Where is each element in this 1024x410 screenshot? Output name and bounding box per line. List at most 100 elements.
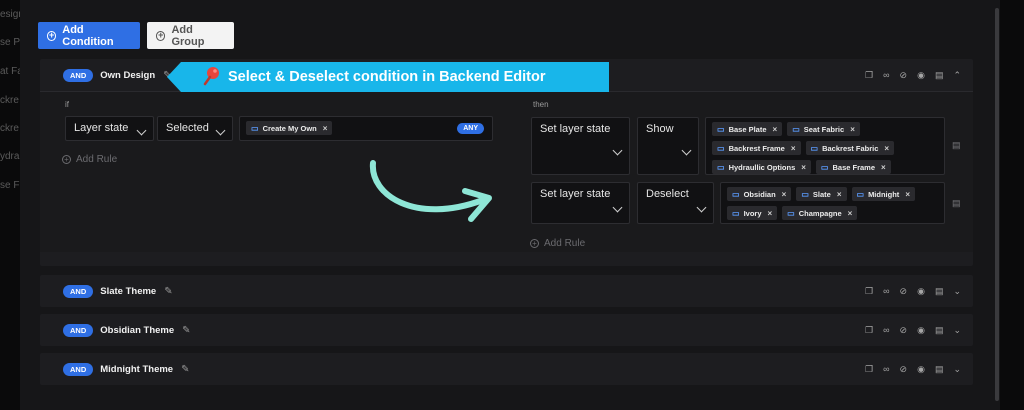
- tag-label: Midnight: [868, 189, 900, 199]
- chevron-down-icon: [612, 145, 623, 156]
- pencil-icon[interactable]: ✎: [182, 325, 190, 336]
- tag-label: Backrest Frame: [728, 143, 785, 153]
- then-add-rule-button[interactable]: + Add Rule: [530, 238, 585, 249]
- tag-label: Backrest Fabric: [822, 143, 879, 153]
- then-values-field-1[interactable]: ▭ Base Plate × ▭ Seat Fabric × ▭ Backrest Fra…: [705, 117, 945, 175]
- then-values-field-2[interactable]: ▭ Obsidian × ▭ Slate × ▭ Midnight × ▭ Ivory × ▭ C…: [720, 182, 945, 224]
- if-add-rule-button[interactable]: + Add Rule: [62, 154, 117, 165]
- then-state-select-2[interactable]: Deselect: [637, 182, 714, 224]
- trash-icon[interactable]: ▤: [935, 70, 944, 81]
- copy-icon[interactable]: ❐: [865, 286, 873, 297]
- tag-label: Base Plate: [728, 124, 767, 134]
- background-sidebar: esign se Pl at Fa ckre ckre ydrau se Fr: [0, 0, 25, 410]
- tag-label: Hydraullic Options: [728, 162, 796, 172]
- unlink-icon[interactable]: ⊘: [900, 325, 908, 336]
- layer-icon: ▭: [717, 162, 725, 172]
- unlink-icon[interactable]: ⊘: [900, 286, 908, 297]
- eye-icon[interactable]: ◉: [917, 325, 925, 336]
- layer-icon: ▭: [856, 189, 865, 199]
- pencil-icon[interactable]: ✎: [164, 286, 172, 297]
- trash-icon[interactable]: ▤: [952, 198, 961, 209]
- copy-icon[interactable]: ❐: [865, 364, 873, 375]
- value-tag: ▭ Hydraullic Options ×: [712, 160, 811, 174]
- group-header[interactable]: AND Obsidian Theme ✎ ❐ ∞ ⊘ ◉ ▤ ⌄: [40, 314, 973, 346]
- pencil-icon[interactable]: ✎: [181, 364, 189, 375]
- value-tag: ▭ Base Plate ×: [712, 122, 783, 136]
- match-any-badge[interactable]: ANY: [457, 123, 484, 134]
- remove-tag-icon[interactable]: ×: [801, 163, 806, 172]
- group-title: Obsidian Theme: [100, 324, 175, 336]
- chevron-down-icon[interactable]: ⌄: [953, 325, 961, 336]
- add-condition-label: Add Condition: [62, 23, 114, 48]
- tag-label: Base Frame: [832, 162, 876, 172]
- trash-icon[interactable]: ▤: [935, 286, 944, 297]
- copy-icon[interactable]: ❐: [865, 70, 873, 81]
- condition-group-midnight-theme[interactable]: AND Midnight Theme ✎ ❐ ∞ ⊘ ◉ ▤ ⌄: [40, 353, 973, 385]
- remove-tag-icon[interactable]: ×: [773, 125, 778, 134]
- tag-label: Champagne: [798, 208, 842, 218]
- plus-circle-icon: +: [156, 30, 166, 41]
- add-group-button[interactable]: + Add Group: [147, 22, 234, 49]
- link-icon[interactable]: ∞: [883, 70, 889, 80]
- remove-tag-icon[interactable]: ×: [323, 124, 328, 133]
- group-header[interactable]: AND Midnight Theme ✎ ❐ ∞ ⊘ ◉ ▤ ⌄: [40, 353, 973, 385]
- link-icon[interactable]: ∞: [883, 364, 889, 374]
- if-label: if: [65, 100, 69, 109]
- link-icon[interactable]: ∞: [883, 286, 889, 296]
- unlink-icon[interactable]: ⊘: [900, 364, 908, 375]
- if-values-field[interactable]: ▭ Create My Own × ANY: [239, 116, 493, 141]
- plus-circle-icon: +: [47, 30, 57, 41]
- trash-icon[interactable]: ▤: [935, 325, 944, 336]
- condition-group-obsidian-theme[interactable]: AND Obsidian Theme ✎ ❐ ∞ ⊘ ◉ ▤ ⌄: [40, 314, 973, 346]
- eye-icon[interactable]: ◉: [917, 70, 925, 81]
- remove-tag-icon[interactable]: ×: [782, 190, 787, 199]
- trash-icon[interactable]: ▤: [952, 140, 961, 151]
- plus-circle-icon: +: [530, 239, 539, 248]
- chevron-down-icon: [681, 145, 692, 156]
- and-badge: AND: [63, 362, 94, 376]
- scrollbar[interactable]: [995, 8, 999, 401]
- remove-tag-icon[interactable]: ×: [837, 190, 842, 199]
- remove-tag-icon[interactable]: ×: [881, 163, 886, 172]
- condition-group-slate-theme[interactable]: AND Slate Theme ✎ ❐ ∞ ⊘ ◉ ▤ ⌄: [40, 275, 973, 307]
- eye-icon[interactable]: ◉: [917, 286, 925, 297]
- group-body: if then Layer state Selected ▭ Create My…: [40, 91, 973, 252]
- value-tag: ▭ Ivory ×: [727, 206, 778, 220]
- layer-icon: ▭: [787, 208, 795, 218]
- remove-tag-icon[interactable]: ×: [791, 144, 796, 153]
- if-field-select[interactable]: Layer state: [65, 116, 154, 141]
- chevron-down-icon[interactable]: ⌄: [953, 364, 961, 375]
- unlink-icon[interactable]: ⊘: [900, 70, 908, 81]
- then-state-select-1[interactable]: Show: [637, 117, 699, 175]
- plus-circle-icon: +: [62, 155, 71, 164]
- trash-icon[interactable]: ▤: [935, 364, 944, 375]
- add-rule-label: Add Rule: [544, 238, 586, 249]
- value-tag: ▭ Slate ×: [796, 187, 847, 201]
- link-icon[interactable]: ∞: [883, 325, 889, 335]
- chevron-down-icon: [612, 202, 623, 213]
- chevron-down-icon: [215, 125, 226, 136]
- tutorial-callout: Select & Deselect condition in Backend E…: [167, 62, 609, 92]
- add-condition-button[interactable]: + Add Condition: [38, 22, 140, 49]
- pushpin-icon: [203, 67, 219, 86]
- layer-icon: ▭: [251, 123, 259, 133]
- chevron-up-icon[interactable]: ⌃: [953, 70, 961, 81]
- chevron-down-icon[interactable]: ⌄: [953, 286, 961, 297]
- remove-tag-icon[interactable]: ×: [768, 209, 773, 218]
- value-tag: ▭ Base Frame ×: [815, 160, 891, 174]
- sidebar-fragment: se Pl: [0, 37, 23, 48]
- then-action-select-1[interactable]: Set layer state: [531, 117, 630, 175]
- remove-tag-icon[interactable]: ×: [850, 125, 855, 134]
- copy-icon[interactable]: ❐: [865, 325, 873, 336]
- remove-tag-icon[interactable]: ×: [905, 190, 910, 199]
- if-operator-select[interactable]: Selected: [157, 116, 233, 141]
- group-header[interactable]: AND Slate Theme ✎ ❐ ∞ ⊘ ◉ ▤ ⌄: [40, 275, 973, 307]
- then-action-select-2[interactable]: Set layer state: [531, 182, 630, 224]
- remove-tag-icon[interactable]: ×: [848, 209, 853, 218]
- eye-icon[interactable]: ◉: [917, 364, 925, 375]
- tag-label: Create My Own: [262, 123, 317, 133]
- if-operator-value: Selected: [166, 122, 209, 134]
- remove-tag-icon[interactable]: ×: [884, 144, 889, 153]
- layer-icon: ▭: [820, 162, 829, 172]
- value-tag: ▭ Seat Fabric ×: [787, 122, 860, 136]
